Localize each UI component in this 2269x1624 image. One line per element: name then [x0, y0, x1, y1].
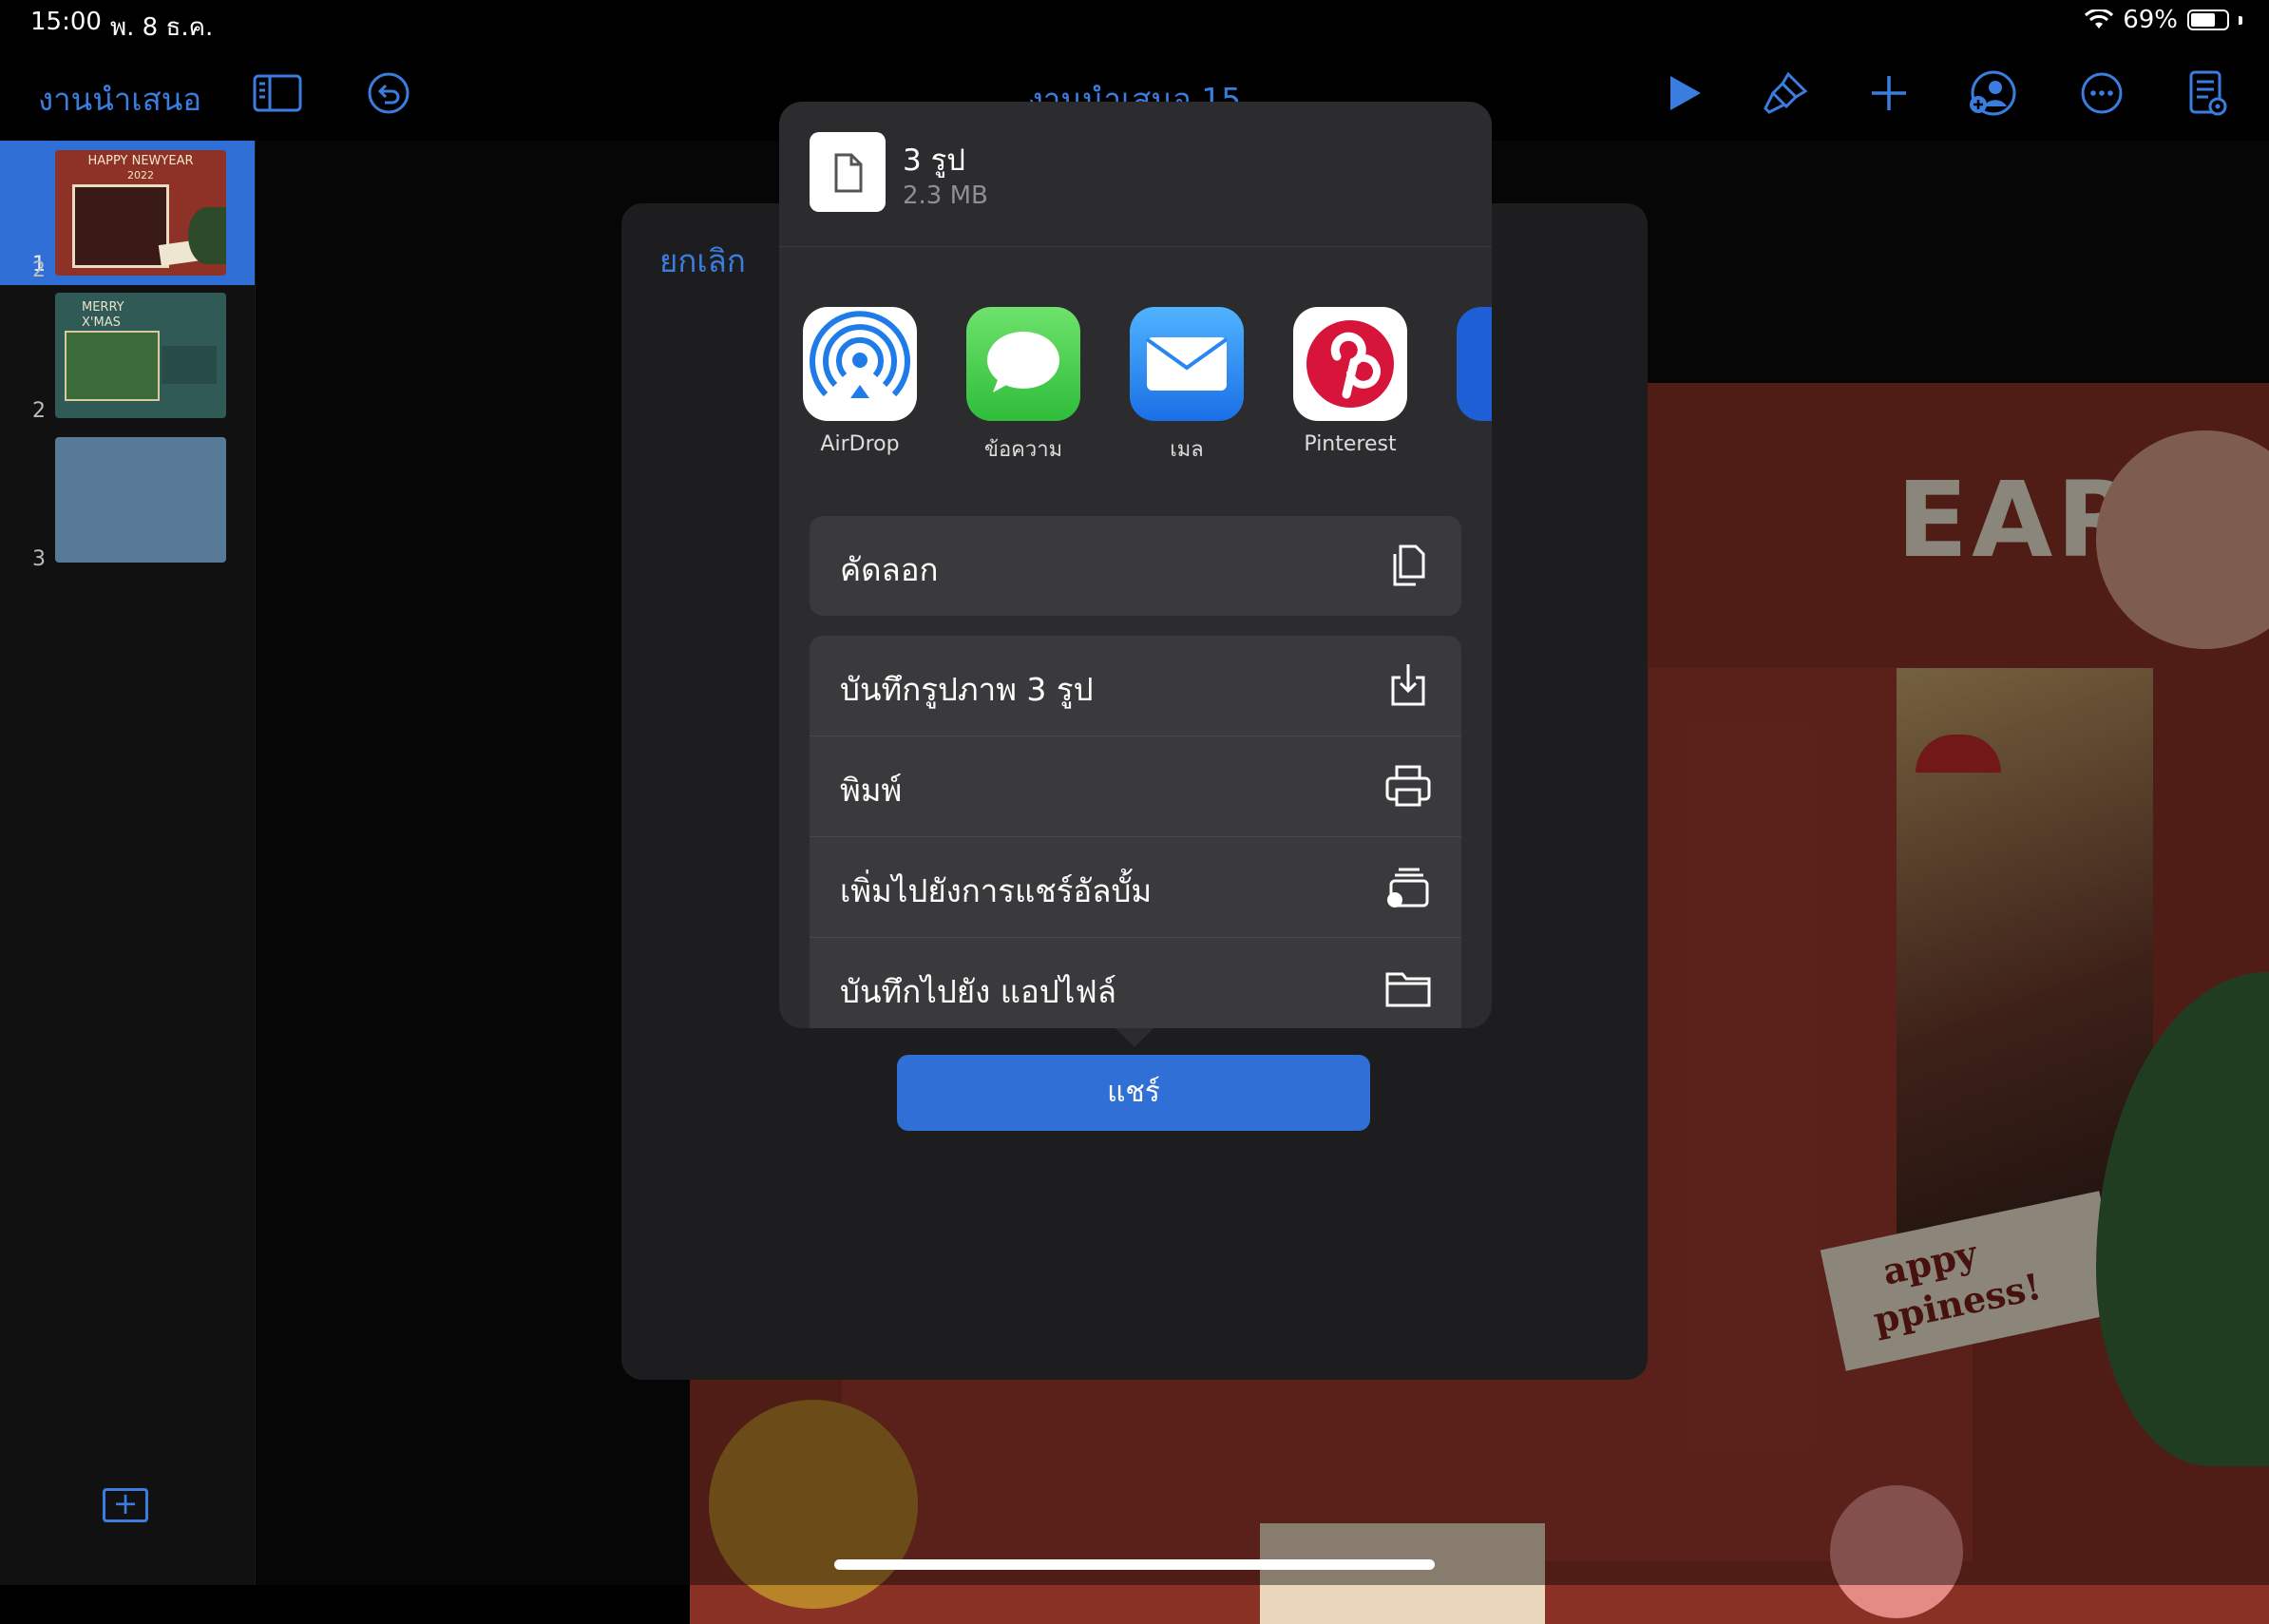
slide-number-2: 2: [32, 399, 46, 423]
airdrop-icon: [803, 307, 917, 421]
save-to-files-action[interactable]: บันทึกไปยัง แอปไฟล์: [810, 938, 1461, 1028]
share-button[interactable]: แชร์: [897, 1055, 1370, 1131]
pinterest-icon: [1293, 307, 1407, 421]
battery-percent: 69%: [2123, 6, 2178, 34]
slide-number: 2: [32, 258, 46, 282]
ornament-bottom-left: [709, 1400, 918, 1609]
add-icon[interactable]: [1862, 67, 1916, 120]
thumb-photo: [65, 331, 160, 401]
thumb-photo: [72, 184, 169, 268]
file-icon: [810, 132, 886, 212]
shared-album-icon: [1382, 860, 1435, 913]
app-label: ข้อความ: [983, 438, 1063, 462]
messages-icon: [966, 307, 1080, 421]
play-icon[interactable]: [1657, 67, 1710, 120]
save-images-label: บันทึกรูปภาพ 3 รูป: [840, 671, 1094, 708]
app-label: Pinterest: [1304, 432, 1397, 456]
share-sheet: 3 รูป 2.3 MB AirDrop ข้อความ เมล Pintere…: [779, 102, 1492, 1028]
file-size: 2.3 MB: [903, 182, 988, 210]
ornament-bottom-right: [1830, 1485, 1963, 1618]
status-time: 15:00: [30, 8, 102, 36]
share-app-airdrop[interactable]: AirDrop: [789, 307, 931, 456]
print-label: พิมพ์: [840, 772, 903, 809]
format-brush-icon[interactable]: [1760, 67, 1813, 120]
action-group: บันทึกรูปภาพ 3 รูป พิมพ์ เพิ่มไปยังการแช…: [810, 636, 1461, 1028]
status-right: 69%: [2085, 6, 2242, 34]
save-to-files-label: บันทึกไปยัง แอปไฟล์: [840, 973, 1116, 1010]
gift-box: [1260, 1523, 1545, 1624]
wifi-icon: [2085, 10, 2114, 29]
copy-action[interactable]: คัดลอก: [810, 516, 1461, 616]
shared-album-action[interactable]: เพิ่มไปยังการแชร์อัลบั้ม: [810, 837, 1461, 938]
print-icon: [1382, 759, 1435, 812]
cancel-button[interactable]: ยกเลิก: [659, 236, 746, 286]
app-label: No: [1442, 432, 1492, 456]
status-bar: 15:00 พ. 8 ธ.ค. 69%: [0, 0, 2269, 48]
share-app-notes[interactable]: No: [1442, 307, 1492, 456]
mail-icon: [1130, 307, 1244, 421]
slide-thumb-image: [55, 437, 226, 563]
notes-app-icon: [1457, 307, 1492, 421]
battery-fill: [2191, 13, 2215, 27]
slide-number-3: 3: [32, 547, 46, 571]
app-label: เมล: [1170, 438, 1204, 462]
home-indicator: [834, 1559, 1435, 1570]
thumb-subtitle: 2022: [127, 169, 154, 182]
share-app-mail[interactable]: เมล: [1115, 307, 1258, 466]
thumb-leaf: [188, 207, 226, 264]
battery-icon: [2187, 10, 2229, 30]
share-apps-row: AirDrop ข้อความ เมล Pinterest No: [779, 307, 1492, 468]
slide-thumb-image: HAPPY NEWYEAR 2022: [55, 150, 226, 276]
slide-thumb-image: MERRY X'MAS: [55, 293, 226, 418]
share-app-pinterest[interactable]: Pinterest: [1279, 307, 1421, 456]
collaborate-icon[interactable]: [1965, 67, 2018, 120]
more-icon[interactable]: [2075, 67, 2128, 120]
add-slide-button[interactable]: +: [103, 1488, 148, 1522]
thumb-title: MERRY X'MAS: [82, 300, 124, 330]
thumb-text-block: [162, 346, 217, 384]
folder-icon: [1382, 961, 1435, 1014]
save-images-action[interactable]: บันทึกรูปภาพ 3 รูป: [810, 636, 1461, 736]
app-label: AirDrop: [820, 432, 900, 456]
popover-arrow: [1114, 1026, 1155, 1047]
copy-group: คัดลอก: [810, 516, 1461, 616]
slide-navigator: 1 HAPPY NEWYEAR 2022 2 MERRY X'MAS: [0, 141, 256, 1585]
shared-album-label: เพิ่มไปยังการแชร์อัลบั้ม: [840, 872, 1153, 909]
print-action[interactable]: พิมพ์: [810, 736, 1461, 837]
file-title: 3 รูป: [903, 143, 965, 178]
share-app-messages[interactable]: ข้อความ: [952, 307, 1095, 466]
copy-icon: [1382, 539, 1435, 592]
battery-tip: [2239, 15, 2242, 25]
share-sheet-header: 3 รูป 2.3 MB: [779, 102, 1492, 247]
copy-label: คัดลอก: [840, 551, 939, 588]
save-image-icon: [1382, 659, 1435, 712]
status-date: พ. 8 ธ.ค.: [110, 13, 214, 42]
presenter-notes-icon[interactable]: [2180, 67, 2233, 120]
